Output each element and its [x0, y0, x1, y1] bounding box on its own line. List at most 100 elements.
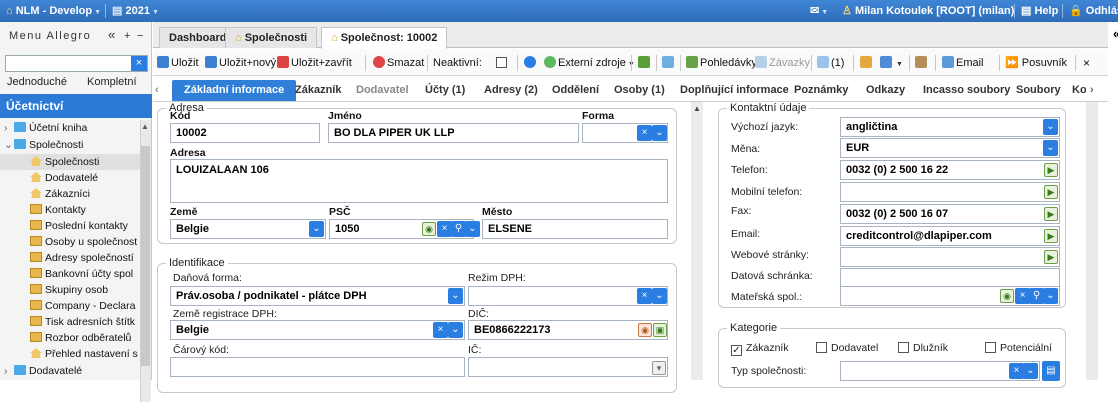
email-field[interactable]: creditcontrol@dlapiper.com — [840, 226, 1060, 246]
city-field[interactable]: ELSENE — [482, 219, 668, 239]
supplier-checkbox[interactable]: Dodavatel — [816, 342, 878, 354]
clear-icon[interactable]: × — [1009, 363, 1024, 379]
spreadsheet-button[interactable] — [638, 55, 652, 71]
tabs-scroll-right-icon[interactable]: › — [1090, 81, 1094, 99]
sidebar-tree-item[interactable]: Kontakty — [0, 202, 140, 218]
info-button[interactable] — [524, 55, 538, 71]
sidebar-tree-item[interactable]: Přehled nastavení s — [0, 346, 140, 362]
chevron-down-icon[interactable]: ⌄ — [448, 288, 463, 304]
email-button[interactable]: Email — [942, 55, 984, 71]
scroll-up-icon[interactable]: ▲ — [693, 104, 701, 113]
language-select[interactable]: angličtina — [840, 117, 1060, 137]
tab-notes[interactable]: Poznámky — [794, 81, 848, 99]
clear-search-icon[interactable]: × — [131, 56, 147, 71]
tab-addresses[interactable]: Adresy (2) — [484, 81, 538, 99]
chevron-down-icon[interactable]: ⌄ — [448, 322, 463, 338]
inactive-checkbox[interactable] — [496, 55, 511, 71]
chevron-down-icon[interactable]: ⌄ — [309, 221, 324, 237]
potential-checkbox[interactable]: Potenciální — [985, 342, 1052, 354]
year-menu[interactable]: ▤ 2021 ▼ — [99, 0, 159, 22]
chevron-down-icon[interactable]: ⌄ — [465, 221, 480, 237]
barcode-field[interactable] — [170, 357, 465, 377]
tab-supplier[interactable]: Dodavatel — [356, 81, 409, 99]
tab-departments[interactable]: Oddělení — [552, 81, 599, 99]
mode-simple-tab[interactable]: Jednoduché — [7, 76, 67, 88]
tab-basic-info[interactable]: Základní informace — [172, 80, 297, 101]
sidebar-scroll-thumb[interactable] — [141, 146, 150, 366]
mode-full-tab[interactable]: Kompletní — [87, 76, 137, 88]
chevron-down-icon[interactable]: ⌄ — [1023, 363, 1038, 379]
sidebar-tree-item[interactable]: Tisk adresních štítk — [0, 314, 140, 330]
merge-button[interactable] — [662, 55, 676, 71]
databox-field[interactable] — [840, 268, 1060, 288]
toolbar-close-icon[interactable]: × — [1083, 55, 1090, 71]
code-field[interactable]: 10002 — [170, 123, 320, 143]
collapse-icon[interactable]: « — [108, 27, 117, 42]
tab-customer[interactable]: Zákazník — [295, 81, 341, 99]
sidebar-tree-item[interactable]: Adresy společností — [0, 250, 140, 266]
clear-icon[interactable]: × — [637, 125, 652, 141]
send-email-icon[interactable]: ▶ — [1044, 229, 1058, 243]
chevron-down-icon[interactable]: ⌄ — [1043, 140, 1058, 156]
shift-button[interactable]: ⏩ Posuvník — [1005, 55, 1067, 71]
web-field[interactable] — [840, 247, 1060, 267]
chevron-right-icon[interactable]: › — [4, 363, 8, 379]
form-scrollbar[interactable] — [691, 102, 703, 380]
sidebar-tree-item[interactable]: Bankovní účty spol — [0, 266, 140, 282]
vat-country-select[interactable]: Belgie — [170, 320, 465, 340]
receivables-button[interactable]: Pohledávky — [686, 55, 757, 71]
phone-field[interactable]: 0032 (0) 2 500 16 22 — [840, 160, 1060, 180]
tab-additional-info[interactable]: Doplňující informace — [680, 81, 789, 99]
sidebar-tree-item[interactable]: Company - Declara — [0, 298, 140, 314]
sidebar-tree-item[interactable]: Společnosti — [0, 154, 140, 170]
sidebar-section-ucetnictvi[interactable]: Účetnictví — [0, 94, 152, 118]
mobile-field[interactable] — [840, 182, 1060, 202]
debtor-checkbox[interactable]: Dlužník — [898, 342, 948, 354]
user-menu[interactable]: ♙ Milan Kotoulek [ROOT] (milan) — [842, 0, 1014, 22]
sidebar-tree-item[interactable]: Dodavatelé — [0, 170, 140, 186]
dial-icon[interactable]: ▶ — [1044, 163, 1058, 177]
scroll-up-icon[interactable]: ▲ — [141, 122, 149, 131]
print-button[interactable]: ▼ — [880, 55, 903, 71]
sidebar-search-input[interactable]: × — [5, 55, 148, 72]
clear-icon[interactable]: × — [637, 288, 652, 304]
customer-checkbox[interactable]: ✓ Zákazník — [731, 342, 789, 356]
expand-all-button[interactable]: + — [124, 30, 132, 42]
search-icon[interactable]: ⚲ — [451, 221, 466, 237]
mail-menu[interactable]: ✉ ▼ — [810, 0, 828, 22]
tab-spolecnosti[interactable]: ⌂ Společnosti — [225, 27, 318, 48]
external-sources-button[interactable]: Externí zdroje▼ — [544, 55, 635, 71]
chevron-down-icon[interactable]: ⌄ — [652, 125, 667, 141]
save-button[interactable]: Uložit — [157, 55, 199, 71]
dial-icon[interactable]: ▶ — [1044, 207, 1058, 221]
clear-icon[interactable]: × — [433, 322, 448, 338]
check-icon[interactable]: ▣ — [653, 323, 667, 337]
tab-accounts[interactable]: Účty (1) — [425, 81, 465, 99]
tab-links[interactable]: Odkazy — [866, 81, 905, 99]
sidebar-tree-item[interactable]: Skupiny osob — [0, 282, 140, 298]
clear-icon[interactable]: × — [437, 221, 452, 237]
edit-list-icon[interactable]: ▤ — [1042, 361, 1060, 381]
tab-spolecnost-10002[interactable]: ⌂ Společnost: 10002 — [321, 27, 448, 49]
delete-button[interactable]: Smazat — [373, 55, 424, 71]
dropdown-icon[interactable]: ▾ — [652, 361, 666, 375]
target-icon[interactable]: ◉ — [422, 222, 436, 236]
verify-icon[interactable]: ◉ — [638, 323, 652, 337]
chevron-down-icon[interactable]: ⌄ — [4, 137, 13, 153]
target-icon[interactable]: ◉ — [1000, 289, 1014, 303]
address-field[interactable]: LOUIZALAAN 106 — [170, 159, 668, 203]
clear-icon[interactable]: × — [1015, 288, 1030, 304]
chevron-right-icon[interactable]: › — [4, 120, 8, 136]
right-scrollbar[interactable] — [1086, 102, 1098, 380]
dial-icon[interactable]: ▶ — [1044, 185, 1058, 199]
payables-button[interactable]: Závazky — [755, 55, 810, 71]
search-icon[interactable]: ⚲ — [1029, 288, 1044, 304]
help-link[interactable]: ▤ Help — [1008, 0, 1058, 22]
tax-form-select[interactable]: Práv.osoba / podnikatel - plátce DPH — [170, 286, 465, 306]
country-select[interactable]: Belgie — [170, 219, 326, 239]
name-field[interactable]: BO DLA PIPER UK LLP — [328, 123, 579, 143]
chevron-down-icon[interactable]: ⌄ — [1043, 288, 1058, 304]
save-close-button[interactable]: Uložit+zavřít — [277, 55, 352, 71]
tab-persons[interactable]: Osoby (1) — [614, 81, 665, 99]
chevron-down-icon[interactable]: ⌄ — [652, 288, 667, 304]
